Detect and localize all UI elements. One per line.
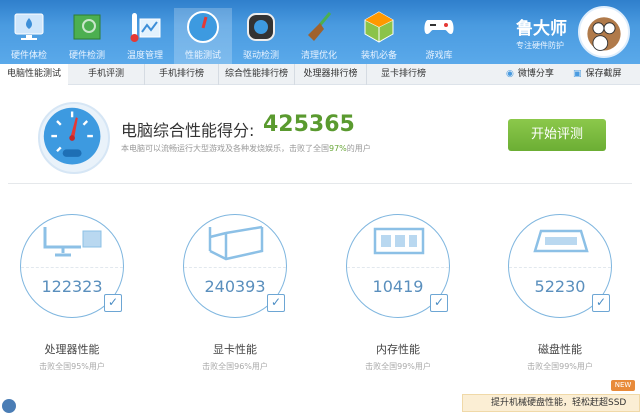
ssd-promo-banner[interactable]: 提升机械硬盘性能，轻松赶超SSD bbox=[462, 394, 640, 412]
tab-cpu-ranking[interactable]: 处理器排行榜 bbox=[294, 64, 366, 85]
weibo-share-button[interactable]: ◉ 微博分享 bbox=[506, 64, 554, 85]
avatar[interactable] bbox=[578, 6, 630, 58]
brand-name: 鲁大师 bbox=[516, 19, 567, 39]
nav-label: 清理优化 bbox=[300, 51, 337, 61]
nav-clean-optimize[interactable]: 清理优化 bbox=[290, 8, 348, 64]
gamepad-icon bbox=[424, 20, 454, 34]
tab-gpu-ranking[interactable]: 显卡排行榜 bbox=[366, 64, 440, 85]
divider bbox=[8, 183, 632, 184]
nav-temperature[interactable]: 温度管理 bbox=[116, 8, 174, 64]
mascot-icon bbox=[587, 17, 621, 51]
tab-phone-ranking[interactable]: 手机排行榜 bbox=[144, 64, 218, 85]
cpu-rank: 击败全国95%用户 bbox=[39, 362, 105, 371]
start-test-button[interactable]: 开始评测 bbox=[508, 119, 606, 151]
tab-phone-review[interactable]: 手机评测 bbox=[68, 64, 144, 85]
card-divider bbox=[347, 267, 449, 268]
nav-performance-test[interactable]: 性能测试 bbox=[174, 8, 232, 64]
nav-label: 装机必备 bbox=[360, 51, 397, 61]
hardware-card-icon bbox=[73, 14, 101, 40]
thermometer-icon bbox=[130, 13, 161, 42]
nav-label: 性能测试 bbox=[184, 51, 221, 61]
nav-label: 游戏库 bbox=[425, 51, 453, 61]
gauge-icon bbox=[38, 102, 110, 174]
check-icon[interactable]: ✓ bbox=[430, 294, 448, 312]
app-logo-icon bbox=[2, 399, 16, 413]
check-icon[interactable]: ✓ bbox=[592, 294, 610, 312]
broom-icon bbox=[308, 12, 332, 41]
memory-rank: 击败全国99%用户 bbox=[365, 362, 431, 371]
screenshot-label: 保存截屏 bbox=[585, 69, 622, 79]
cpu-label: 处理器性能 bbox=[44, 343, 100, 356]
gpu-label: 显卡性能 bbox=[213, 343, 257, 356]
tab-bar: 电脑性能测试 手机评测 手机排行榜 综合性能排行榜 处理器排行榜 显卡排行榜 ◉… bbox=[0, 64, 640, 85]
cube-icon bbox=[364, 11, 394, 43]
banner-text: 提升机械硬盘性能，轻松赶超SSD bbox=[491, 398, 627, 408]
gpu-box-icon bbox=[208, 225, 264, 261]
nav-driver-detect[interactable]: 驱动检测 bbox=[232, 8, 290, 64]
desc-suffix: 的用户 bbox=[346, 144, 371, 153]
nav-label: 硬件体检 bbox=[10, 51, 47, 61]
nav-essentials[interactable]: 装机必备 bbox=[350, 8, 408, 64]
speedometer-icon bbox=[187, 11, 219, 43]
weibo-label: 微博分享 bbox=[517, 69, 554, 79]
check-icon[interactable]: ✓ bbox=[104, 294, 122, 312]
cpu-monitor-icon bbox=[43, 227, 102, 257]
memory-label: 内存性能 bbox=[376, 343, 420, 356]
disk-rank: 击败全国99%用户 bbox=[527, 362, 593, 371]
card-divider bbox=[21, 267, 123, 268]
top-header: 硬件体检 硬件检测 温度管理 性能测试 驱动检测 清理优化 装机必备 游戏库 鲁… bbox=[0, 0, 640, 64]
desc-percent: 97% bbox=[329, 144, 347, 153]
monitor-icon bbox=[14, 13, 44, 40]
disk-icon bbox=[533, 229, 589, 253]
desc-text: 本电脑可以流畅运行大型游戏及各种发烧娱乐，击败了全国 bbox=[121, 144, 329, 153]
new-badge: NEW bbox=[611, 380, 635, 391]
nav-hardware-detect[interactable]: 硬件检测 bbox=[58, 8, 116, 64]
gpu-rank: 击败全国96%用户 bbox=[202, 362, 268, 371]
overall-score: 425365 bbox=[263, 112, 355, 137]
weibo-icon: ◉ bbox=[506, 69, 514, 79]
save-screenshot-button[interactable]: ▣ 保存截屏 bbox=[573, 64, 622, 85]
nav-game-library[interactable]: 游戏库 bbox=[410, 8, 468, 64]
brand-slogan: 专注硬件防护 bbox=[516, 41, 564, 50]
nav-label: 硬件检测 bbox=[68, 51, 105, 61]
memory-icon bbox=[373, 227, 425, 255]
card-divider bbox=[509, 267, 611, 268]
check-icon[interactable]: ✓ bbox=[267, 294, 285, 312]
tab-pc-performance[interactable]: 电脑性能测试 bbox=[0, 64, 68, 85]
camera-icon: ▣ bbox=[573, 69, 582, 79]
nav-label: 驱动检测 bbox=[242, 51, 279, 61]
driver-gear-icon bbox=[247, 13, 275, 41]
nav-hardware-checkup[interactable]: 硬件体检 bbox=[0, 8, 58, 64]
score-label: 电脑综合性能得分: bbox=[121, 121, 255, 140]
nav-label: 温度管理 bbox=[126, 51, 163, 61]
tab-overall-ranking[interactable]: 综合性能排行榜 bbox=[218, 64, 294, 85]
card-divider bbox=[184, 267, 286, 268]
disk-label: 磁盘性能 bbox=[538, 343, 582, 356]
score-description: 本电脑可以流畅运行大型游戏及各种发烧娱乐，击败了全国97%的用户 bbox=[121, 143, 371, 154]
